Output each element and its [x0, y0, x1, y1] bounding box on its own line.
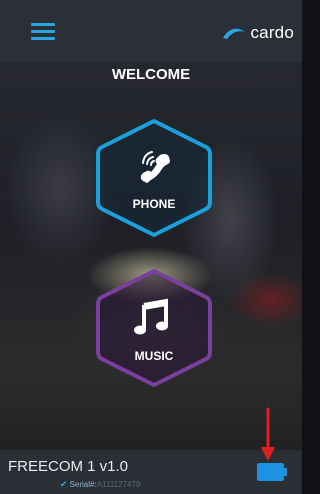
phone-button-label: PHONE	[132, 197, 176, 211]
music-note-icon	[134, 298, 168, 335]
cardo-swoosh-icon	[223, 28, 246, 39]
phone-button[interactable]: PHONE	[94, 117, 214, 239]
red-arrow-down-icon	[261, 407, 275, 461]
device-name: FREECOM 1 v1.0	[8, 458, 129, 475]
phone-call-icon	[140, 151, 170, 183]
music-button-label: MUSIC	[134, 349, 174, 363]
top-bar: cardo	[0, 0, 302, 62]
cardo-logo: cardo	[221, 22, 294, 44]
welcome-title: WELCOME	[111, 66, 191, 83]
check-icon: ✔	[60, 479, 68, 489]
bottom-bar: FREECOM 1 v1.0 ✔ Serial#:A111127479	[0, 450, 302, 494]
music-button[interactable]: MUSIC	[94, 267, 214, 389]
serial-value: A111127479	[96, 480, 141, 489]
battery-icon[interactable]	[257, 463, 287, 481]
cardo-logo-text: cardo	[250, 23, 294, 42]
serial-number: ✔ Serial#:A111127479	[60, 479, 140, 490]
home-screen: cardo WELCOME PHONE MUSIC FREECOM 1 v1.0…	[0, 0, 302, 494]
hamburger-menu-icon[interactable]	[31, 23, 55, 40]
serial-label: Serial#:	[69, 480, 97, 489]
